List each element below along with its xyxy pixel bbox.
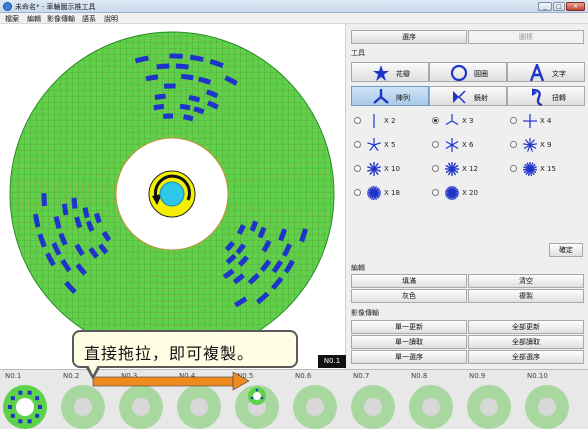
drag-arrow-head (232, 371, 250, 391)
drag-slot-badge: N0.1 (318, 355, 346, 368)
drag-arrow-shaft (92, 376, 234, 387)
hint-tooltip: 直接拖拉，即可複製。 (72, 330, 298, 368)
hint-text: 直接拖拉，即可複製。 (84, 344, 255, 363)
